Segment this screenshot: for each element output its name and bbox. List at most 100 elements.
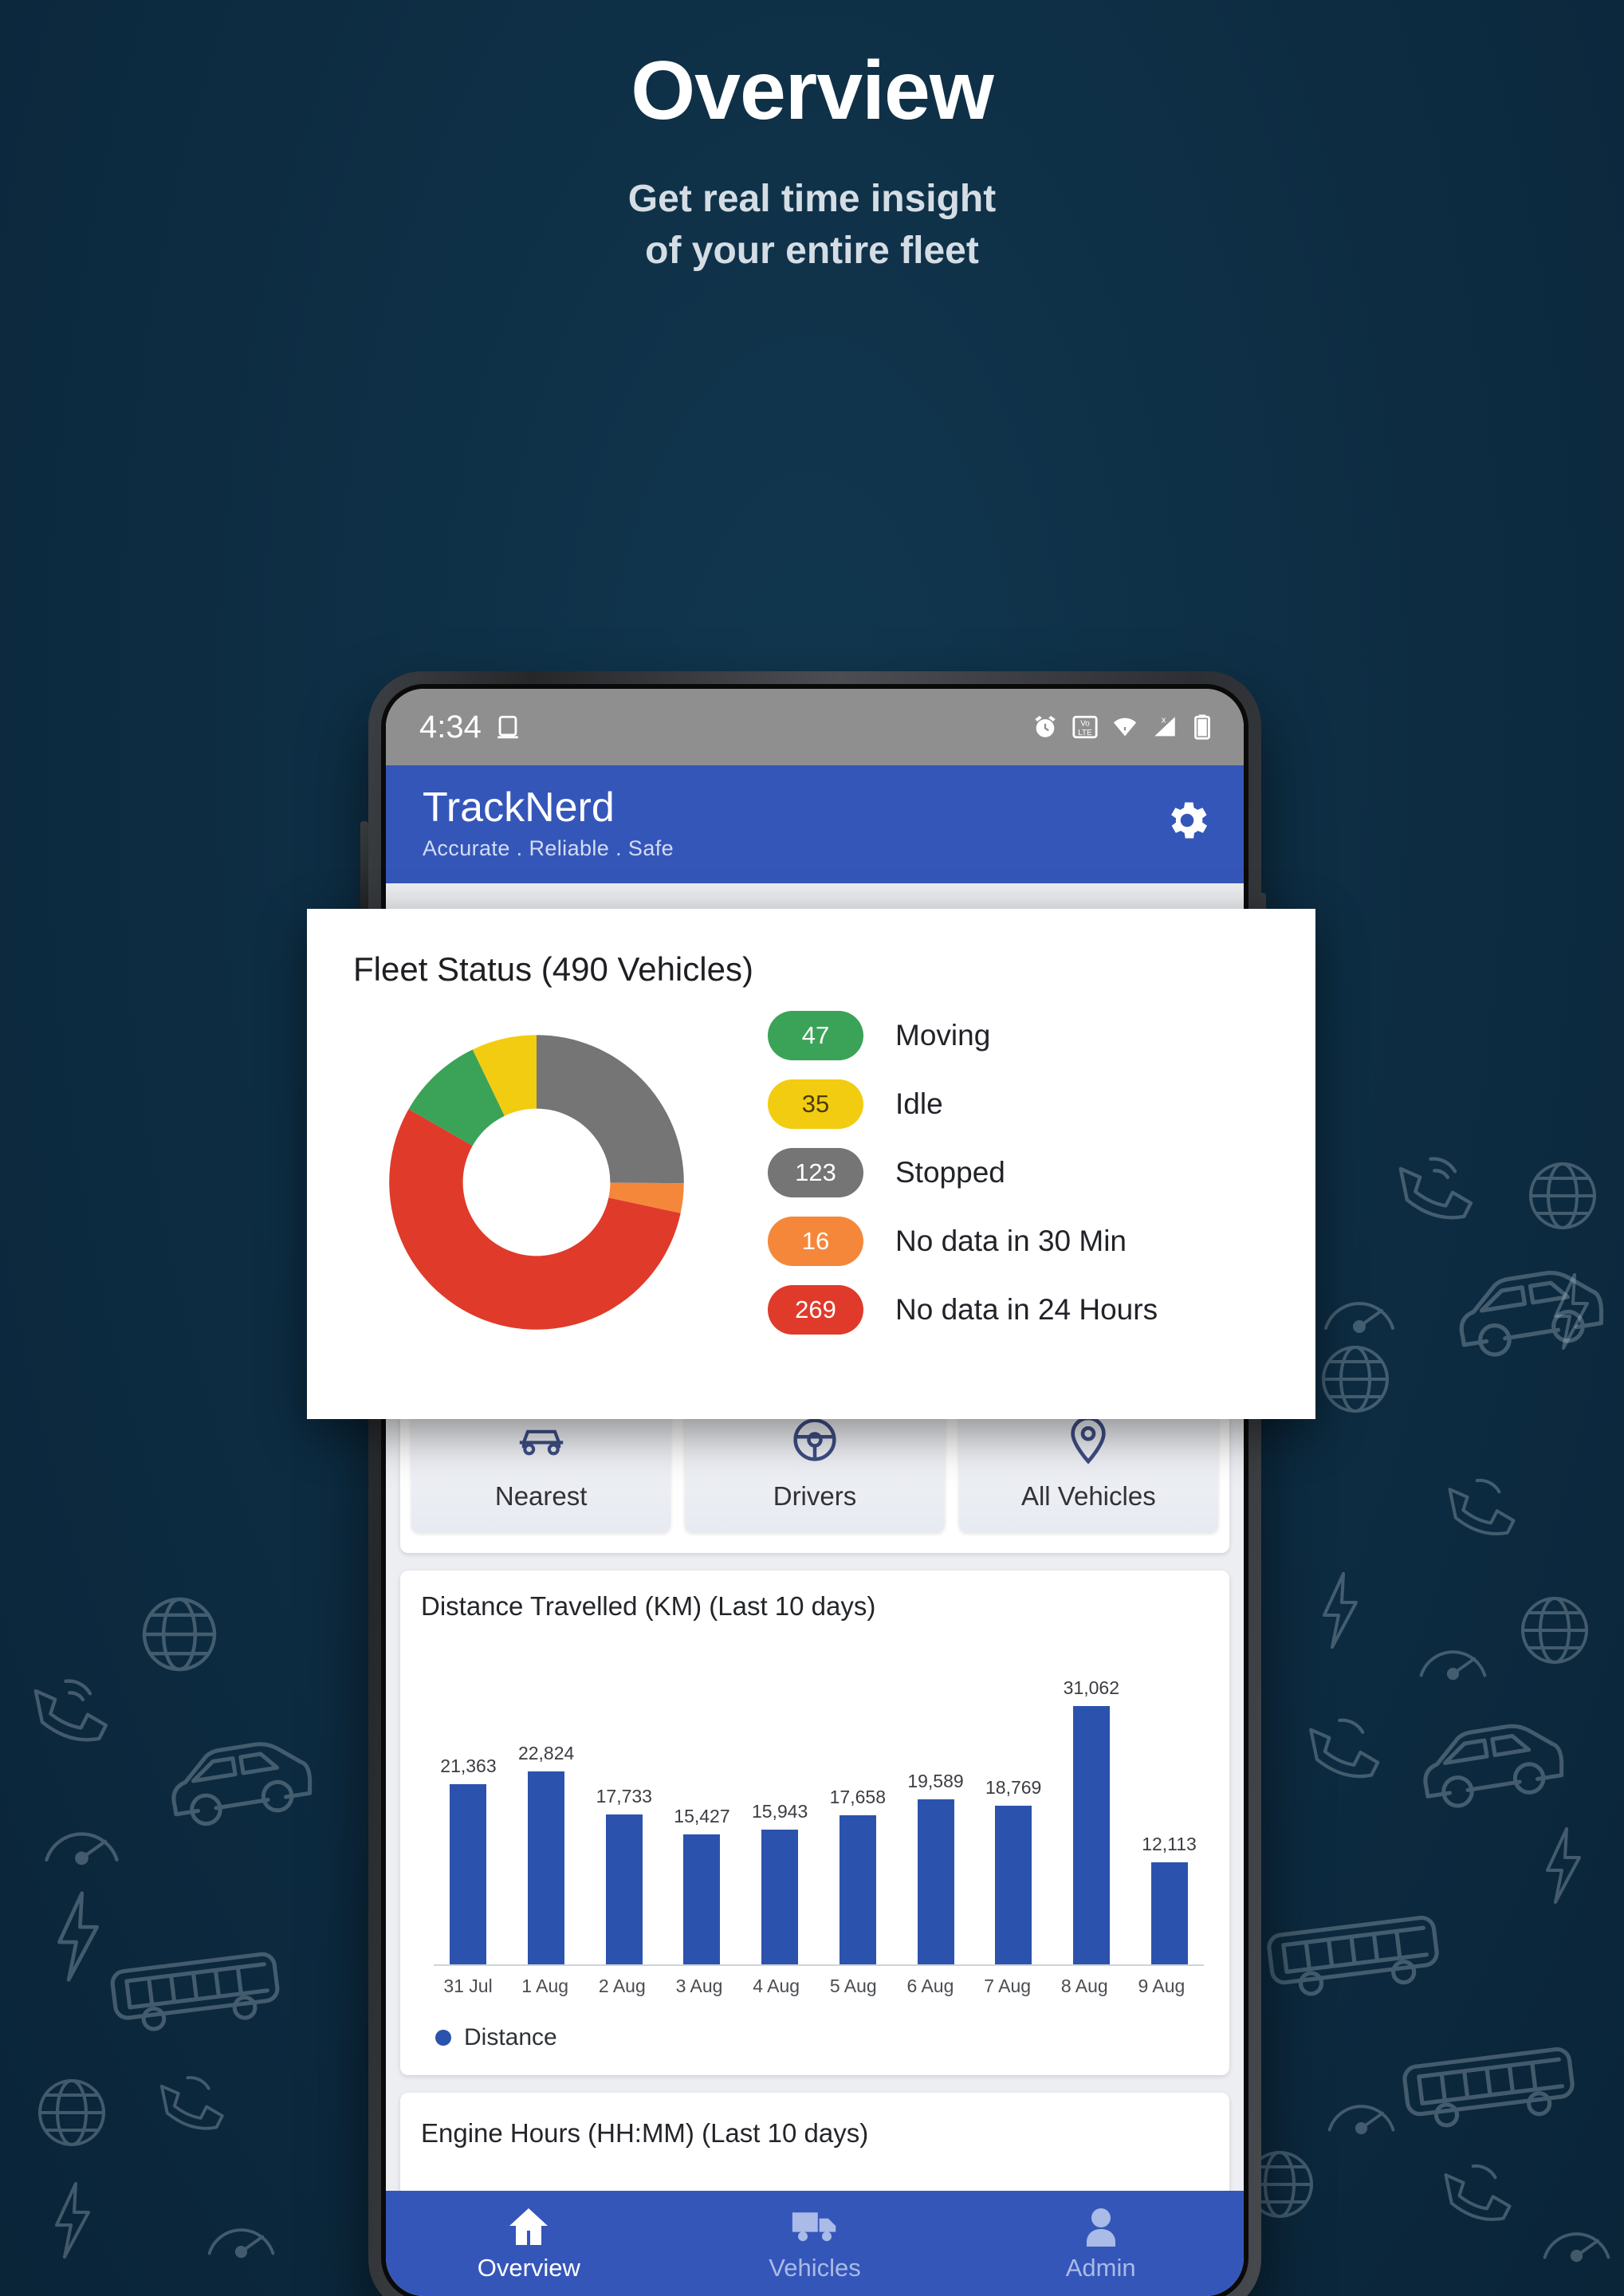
bar-column: 18,769 xyxy=(979,1677,1048,1965)
truck-icon xyxy=(672,2204,958,2249)
status-badge: 16 xyxy=(768,1217,863,1266)
car-icon xyxy=(418,1411,664,1468)
bar xyxy=(839,1815,876,1965)
bar xyxy=(995,1806,1032,1965)
bar-value-label: 15,943 xyxy=(751,1801,808,1822)
app-branding: TrackNerd Accurate . Reliable . Safe xyxy=(423,785,674,861)
quick-action-label: Nearest xyxy=(494,1481,588,1512)
x-axis-tick-label: 5 Aug xyxy=(829,1976,877,1997)
page-subtitle: Get real time insight of your entire fle… xyxy=(0,174,1624,277)
bar xyxy=(761,1830,799,1965)
page-title: Overview xyxy=(631,45,994,137)
fleet-legend-row[interactable]: 123 Stopped xyxy=(768,1148,1269,1197)
fleet-legend-row[interactable]: 47 Moving xyxy=(768,1011,1269,1060)
bar-value-label: 21,363 xyxy=(440,1755,497,1776)
chart-title: Distance Travelled (KM) (Last 10 days) xyxy=(421,1591,876,1622)
app-bar: TrackNerd Accurate . Reliable . Safe xyxy=(386,765,1244,884)
phone-call-icon xyxy=(142,2055,238,2151)
bar-series: 21,363 22,824 17,733 15,427 15,943 17,658 19,5… xyxy=(434,1677,1204,1965)
bar xyxy=(917,1799,954,1965)
device-icon xyxy=(497,715,518,739)
chart-legend: Distance xyxy=(435,2024,1209,2051)
alarm-icon xyxy=(1035,715,1056,737)
lightning-bolt-icon xyxy=(1315,1571,1365,1650)
globe-icon xyxy=(1515,1590,1595,1670)
page-subtitle-line2: of your entire fleet xyxy=(645,229,979,272)
nav-item-admin[interactable]: Admin xyxy=(957,2204,1244,2282)
bus-icon xyxy=(1254,1890,1453,2016)
bar xyxy=(450,1783,487,1965)
app-tagline: Accurate . Reliable . Safe xyxy=(423,836,674,861)
donut-chart xyxy=(389,1035,684,1330)
bar-value-label: 22,824 xyxy=(517,1743,575,1764)
bar-column: 17,658 xyxy=(823,1677,892,1965)
fleet-legend-label: Stopped xyxy=(895,1156,1005,1189)
speedometer-icon xyxy=(1415,1618,1491,1689)
page-root: Overview Get real time insight of your e… xyxy=(0,0,1624,2296)
bar-column: 15,427 xyxy=(667,1677,737,1965)
phone-call-icon xyxy=(1378,1133,1488,1244)
nav-item-vehicles[interactable]: Vehicles xyxy=(672,2204,958,2282)
bar-column: 21,363 xyxy=(434,1677,503,1965)
car-icon xyxy=(1444,1244,1614,1375)
lightning-bolt-icon xyxy=(49,1889,107,1983)
bottom-navigation: Overview Vehicles Admin xyxy=(386,2191,1244,2296)
speedometer-icon xyxy=(1539,2200,1614,2270)
x-axis-tick-label: 8 Aug xyxy=(1060,1976,1108,1997)
status-badge: 269 xyxy=(768,1285,863,1335)
fleet-legend-label: Moving xyxy=(895,1019,991,1052)
globe-icon xyxy=(1315,1339,1395,1419)
nav-label: Admin xyxy=(1065,2254,1136,2282)
speedometer-icon xyxy=(1319,1269,1399,1341)
lightning-bolt-icon xyxy=(1539,1826,1588,1905)
x-axis-tick-label: 31 Jul xyxy=(443,1976,493,1997)
fleet-status-card: Fleet Status (490 Vehicles) 47 Moving 35 Id… xyxy=(307,909,1315,1419)
bar xyxy=(605,1814,643,1965)
bar-value-label: 18,769 xyxy=(985,1777,1042,1799)
signal-icon: x xyxy=(1154,715,1175,737)
nav-label: Vehicles xyxy=(769,2254,861,2282)
speedometer-icon xyxy=(203,2196,279,2267)
home-icon xyxy=(386,2204,672,2249)
volume-up-button[interactable] xyxy=(360,821,368,917)
status-badge: 35 xyxy=(768,1079,863,1129)
fleet-status-body: 47 Moving 35 Idle 123 Stopped 16 No data in 30 … xyxy=(353,1011,1269,1354)
fleet-legend-label: No data in 30 Min xyxy=(895,1225,1127,1257)
bar xyxy=(1072,1706,1110,1965)
car-icon xyxy=(156,1715,323,1845)
bar-value-label: 17,733 xyxy=(596,1786,652,1807)
bar-column: 12,113 xyxy=(1134,1677,1204,1965)
fleet-legend-row[interactable]: 269 No data in 24 Hours xyxy=(768,1285,1269,1335)
legend-label: Distance xyxy=(464,2024,557,2051)
x-axis-tick-label: 3 Aug xyxy=(675,1976,723,1997)
wifi-icon xyxy=(1113,718,1137,737)
x-axis-tick-label: 2 Aug xyxy=(598,1976,646,1997)
fleet-legend-row[interactable]: 16 No data in 30 Min xyxy=(768,1217,1269,1266)
phone-call-icon xyxy=(1429,1457,1529,1557)
fleet-legend-label: Idle xyxy=(895,1087,943,1120)
bar xyxy=(528,1771,565,1965)
status-badge: 123 xyxy=(768,1148,863,1197)
bar-value-label: 12,113 xyxy=(1142,1833,1197,1854)
x-axis-line xyxy=(434,1964,1204,1967)
svg-text:LTE: LTE xyxy=(1078,729,1092,737)
phone-call-icon xyxy=(1288,1695,1394,1800)
distance-chart-card: Distance Travelled (KM) (Last 10 days) 2… xyxy=(400,1571,1229,2076)
status-bar-left: 4:34 xyxy=(419,710,521,745)
engine-hours-title: Engine Hours (HH:MM) (Last 10 days) xyxy=(421,2118,869,2149)
page-subtitle-line1: Get real time insight xyxy=(627,178,997,221)
speedometer-icon xyxy=(40,1798,124,1873)
x-axis-tick-label: 1 Aug xyxy=(521,1976,569,1997)
x-axis-tick-label: 4 Aug xyxy=(753,1976,800,1997)
bar-column: 31,062 xyxy=(1056,1677,1126,1965)
gear-icon[interactable] xyxy=(1162,796,1212,845)
status-bar-time: 4:34 xyxy=(419,709,482,745)
x-axis-tick-label: 7 Aug xyxy=(984,1976,1032,1997)
bar-column: 17,733 xyxy=(589,1677,659,1965)
nav-item-overview[interactable]: Overview xyxy=(386,2204,672,2282)
fleet-legend-row[interactable]: 35 Idle xyxy=(768,1079,1269,1129)
phone-call-icon xyxy=(1425,2142,1525,2243)
person-icon xyxy=(957,2204,1244,2249)
lightning-bolt-icon xyxy=(1547,1272,1596,1351)
volte-icon: VoLTE xyxy=(1072,715,1098,739)
